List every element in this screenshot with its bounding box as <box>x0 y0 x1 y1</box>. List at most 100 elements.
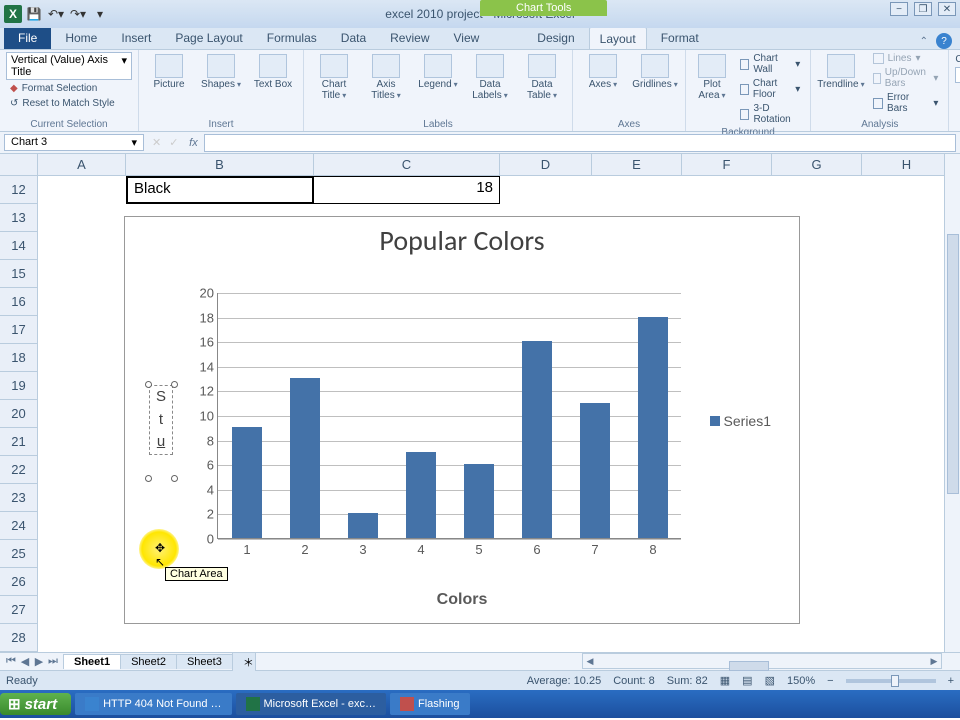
row-header-26[interactable]: 26 <box>0 568 38 596</box>
row-header-21[interactable]: 21 <box>0 428 38 456</box>
tab-formulas[interactable]: Formulas <box>257 27 327 49</box>
column-header-H[interactable]: H <box>862 154 952 176</box>
name-box[interactable]: Chart 3▾ <box>4 134 144 151</box>
cell-c12[interactable]: 18 <box>314 176 500 204</box>
zoom-out-button[interactable]: − <box>827 675 833 687</box>
zoom-slider[interactable] <box>846 679 936 683</box>
bar-4[interactable] <box>406 452 436 538</box>
bar-8[interactable] <box>638 317 668 538</box>
task-flashing[interactable]: Flashing <box>390 693 470 715</box>
tab-review[interactable]: Review <box>380 27 439 49</box>
row-header-14[interactable]: 14 <box>0 232 38 260</box>
tab-format[interactable]: Format <box>651 27 709 49</box>
column-header-G[interactable]: G <box>772 154 862 176</box>
row-header-22[interactable]: 22 <box>0 456 38 484</box>
shapes-button[interactable]: Shapes <box>197 52 245 90</box>
column-header-B[interactable]: B <box>126 154 314 176</box>
chart-floor-button[interactable]: Chart Floor▾ <box>736 77 804 101</box>
qat-customize-icon[interactable]: ▾ <box>90 4 110 24</box>
data-table-button[interactable]: Data Table <box>518 52 566 101</box>
bar-3[interactable] <box>348 513 378 538</box>
help-icon[interactable]: ? <box>936 33 952 49</box>
file-tab[interactable]: File <box>4 27 51 49</box>
format-selection-button[interactable]: ◆Format Selection <box>6 82 101 95</box>
minimize-button[interactable]: − <box>890 2 908 16</box>
excel-icon[interactable]: X <box>4 5 22 23</box>
cell-b12[interactable]: Black <box>126 176 314 204</box>
view-page-break-icon[interactable]: ▧ <box>765 674 775 687</box>
tab-insert[interactable]: Insert <box>111 27 161 49</box>
tab-home[interactable]: Home <box>55 27 107 49</box>
close-button[interactable]: ✕ <box>938 2 956 16</box>
sheet-tab-3[interactable]: Sheet3 <box>176 654 233 669</box>
row-header-18[interactable]: 18 <box>0 344 38 372</box>
data-labels-button[interactable]: Data Labels <box>466 52 514 101</box>
chart-name-input[interactable] <box>955 67 960 83</box>
column-header-D[interactable]: D <box>500 154 592 176</box>
tab-page-layout[interactable]: Page Layout <box>165 27 252 49</box>
plot-area-button[interactable]: Plot Area <box>692 52 732 101</box>
column-header-E[interactable]: E <box>592 154 682 176</box>
axis-titles-button[interactable]: Axis Titles <box>362 52 410 101</box>
reset-to-match-style-button[interactable]: ↺Reset to Match Style <box>6 97 119 110</box>
picture-button[interactable]: Picture <box>145 52 193 90</box>
save-icon[interactable]: 💾 <box>24 4 44 24</box>
formula-bar[interactable] <box>204 134 956 152</box>
restore-button[interactable]: ❐ <box>914 2 932 16</box>
bar-7[interactable] <box>580 403 610 538</box>
tab-view[interactable]: View <box>444 27 490 49</box>
bar-2[interactable] <box>290 378 320 538</box>
row-header-28[interactable]: 28 <box>0 624 38 652</box>
worksheet-grid[interactable]: ABCDEFGH 1213141516171819202122232425262… <box>0 154 960 652</box>
horizontal-scrollbar[interactable]: ◀▶ <box>582 653 942 669</box>
row-header-24[interactable]: 24 <box>0 512 38 540</box>
row-header-15[interactable]: 15 <box>0 260 38 288</box>
row-header-23[interactable]: 23 <box>0 484 38 512</box>
row-header-20[interactable]: 20 <box>0 400 38 428</box>
chart-title[interactable]: Popular Colors <box>125 217 799 258</box>
chart-title-button[interactable]: Chart Title <box>310 52 358 101</box>
x-axis-title[interactable]: Colors <box>437 591 488 609</box>
task-excel[interactable]: Microsoft Excel - exc… <box>236 693 386 715</box>
start-button[interactable]: ⊞start <box>0 693 71 715</box>
legend-button[interactable]: Legend <box>414 52 462 90</box>
view-normal-icon[interactable]: ▦ <box>720 674 730 687</box>
undo-icon[interactable]: ↶▾ <box>46 4 66 24</box>
error-bars-button[interactable]: Error Bars▾ <box>869 91 943 115</box>
row-header-16[interactable]: 16 <box>0 288 38 316</box>
chart-legend[interactable]: Series1 <box>710 413 771 429</box>
gridlines-button[interactable]: Gridlines <box>631 52 679 90</box>
vertical-scrollbar[interactable] <box>944 154 960 652</box>
column-header-F[interactable]: F <box>682 154 772 176</box>
tab-layout[interactable]: Layout <box>589 27 647 49</box>
new-sheet-button[interactable]: ＊ <box>232 652 256 671</box>
tab-data[interactable]: Data <box>331 27 376 49</box>
row-header-12[interactable]: 12 <box>0 176 38 204</box>
sheet-tab-2[interactable]: Sheet2 <box>120 654 177 669</box>
row-header-25[interactable]: 25 <box>0 540 38 568</box>
sheet-nav[interactable]: ⏮◀▶⏭ <box>0 655 64 668</box>
bar-1[interactable] <box>232 427 262 538</box>
chart-element-selector[interactable]: Vertical (Value) Axis Title▾ <box>6 52 132 80</box>
task-ie[interactable]: HTTP 404 Not Found … <box>75 693 231 715</box>
sheet-tab-1[interactable]: Sheet1 <box>63 654 121 669</box>
row-header-27[interactable]: 27 <box>0 596 38 624</box>
text-box-button[interactable]: Text Box <box>249 52 297 90</box>
fx-icon[interactable]: fx <box>182 137 204 149</box>
column-header-C[interactable]: C <box>314 154 500 176</box>
redo-icon[interactable]: ↷▾ <box>68 4 88 24</box>
select-all-corner[interactable] <box>0 154 38 176</box>
bar-5[interactable] <box>464 464 494 538</box>
row-header-17[interactable]: 17 <box>0 316 38 344</box>
minimize-ribbon-icon[interactable]: ⌃ <box>920 36 928 47</box>
plot-area[interactable]: 0246810121416182012345678 <box>217 293 681 539</box>
view-page-layout-icon[interactable]: ▤ <box>742 674 752 687</box>
chart-wall-button[interactable]: Chart Wall▾ <box>736 52 804 76</box>
3d-rotation-button[interactable]: 3-D Rotation <box>736 102 804 126</box>
bar-6[interactable] <box>522 341 552 538</box>
axes-button[interactable]: Axes <box>579 52 627 90</box>
column-header-A[interactable]: A <box>38 154 126 176</box>
zoom-level[interactable]: 150% <box>787 675 815 687</box>
zoom-in-button[interactable]: + <box>948 675 954 687</box>
embedded-chart[interactable]: Popular Colors 0246810121416182012345678… <box>124 216 800 624</box>
